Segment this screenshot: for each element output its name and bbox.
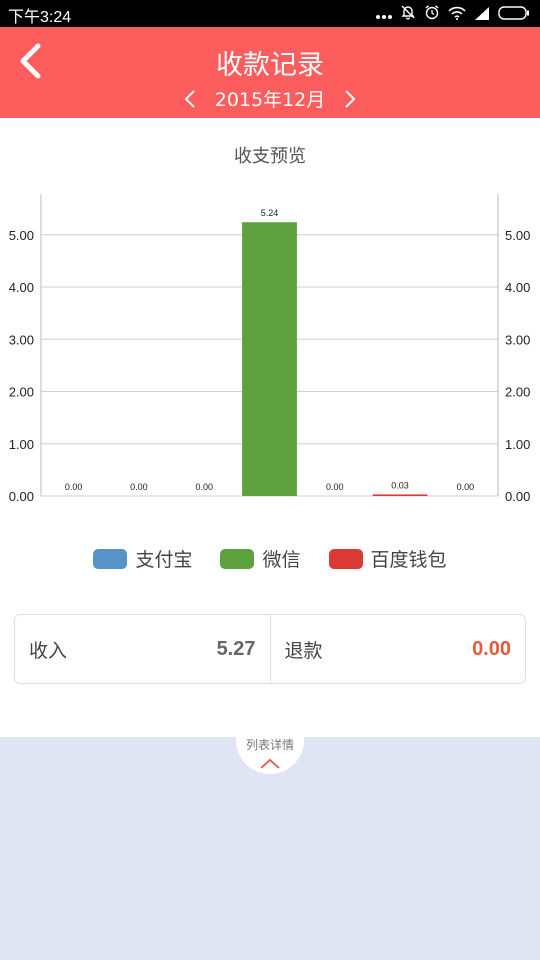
page-title: 收款记录: [216, 50, 324, 81]
refund-cell: 退款 0.00: [269, 615, 526, 683]
income-label: 收入: [29, 639, 68, 662]
y-tick-label-left: 4.00: [9, 280, 34, 295]
legend-swatch: [328, 548, 363, 569]
bar-value-label: 0.00: [326, 482, 344, 492]
notification-off-icon: [400, 4, 416, 24]
y-tick-label-right: 0.00: [505, 489, 530, 504]
chart-legend: 支付宝 微信 百度钱包: [0, 545, 540, 572]
y-tick-label-right: 5.00: [505, 228, 530, 243]
alarm-icon: [424, 4, 440, 24]
bar-value-label: 5.24: [261, 208, 279, 218]
y-tick-label-right: 3.00: [505, 332, 530, 347]
battery-icon: [498, 5, 530, 24]
chevron-left-icon: [184, 89, 195, 108]
bar: [372, 494, 428, 496]
refund-label: 退款: [284, 639, 323, 662]
legend-label: 百度钱包: [370, 549, 447, 571]
next-month-button[interactable]: [339, 88, 361, 110]
status-bar: 下午3:24: [0, 0, 540, 27]
chart-title: 收支预览: [234, 146, 306, 167]
legend-swatch: [93, 548, 128, 569]
bar-value-label: 0.00: [65, 482, 83, 492]
legend-swatch: [220, 548, 255, 569]
y-tick-label-right: 1.00: [505, 437, 530, 452]
summary-card: 收入 5.27 退款 0.00: [14, 614, 526, 684]
y-tick-label-right: 2.00: [505, 385, 530, 400]
bar: [242, 222, 297, 496]
month-nav: 2015年12月: [0, 85, 540, 112]
bar-value-label: 0.00: [130, 482, 148, 492]
income-value: 5.27: [216, 637, 256, 660]
bar-chart: 0.00 0.00 1.00 1.00 2.00 2.00 3.00 3.00 4.00 4.00…: [9, 194, 530, 504]
legend-item-wechat: 微信: [220, 545, 301, 572]
status-time: 下午3:24: [8, 9, 72, 26]
wifi-icon: [448, 5, 466, 24]
list-details-button[interactable]: 列表详情: [236, 706, 304, 774]
y-tick-label-left: 0.00: [9, 489, 34, 504]
prev-month-button[interactable]: [179, 88, 201, 110]
status-icons: [376, 5, 530, 23]
y-tick-label-left: 2.00: [9, 385, 34, 400]
bar-value-label: 0.03: [391, 480, 409, 490]
bar-value-label: 0.00: [457, 482, 475, 492]
chevron-right-icon: [345, 89, 356, 108]
current-month: 2015年12月: [214, 89, 326, 111]
legend-item-baidu-wallet: 百度钱包: [328, 545, 447, 572]
income-cell: 收入 5.27: [15, 615, 270, 683]
y-tick-label-left: 3.00: [9, 332, 34, 347]
y-tick-label-left: 5.00: [9, 228, 34, 243]
list-details-label: 列表详情: [245, 738, 294, 752]
legend-item-alipay: 支付宝: [93, 545, 192, 572]
y-tick-label-right: 4.00: [505, 280, 530, 295]
chevron-up-icon: [236, 755, 304, 774]
more-dots-icon: [376, 5, 392, 24]
legend-label: 微信: [262, 549, 301, 571]
refund-value: 0.00: [472, 637, 511, 660]
signal-icon: [474, 5, 490, 24]
header: 收款记录 2015年12月: [0, 27, 540, 118]
legend-label: 支付宝: [135, 549, 193, 571]
y-tick-label-left: 1.00: [9, 437, 34, 452]
bar-value-label: 0.00: [195, 482, 213, 492]
